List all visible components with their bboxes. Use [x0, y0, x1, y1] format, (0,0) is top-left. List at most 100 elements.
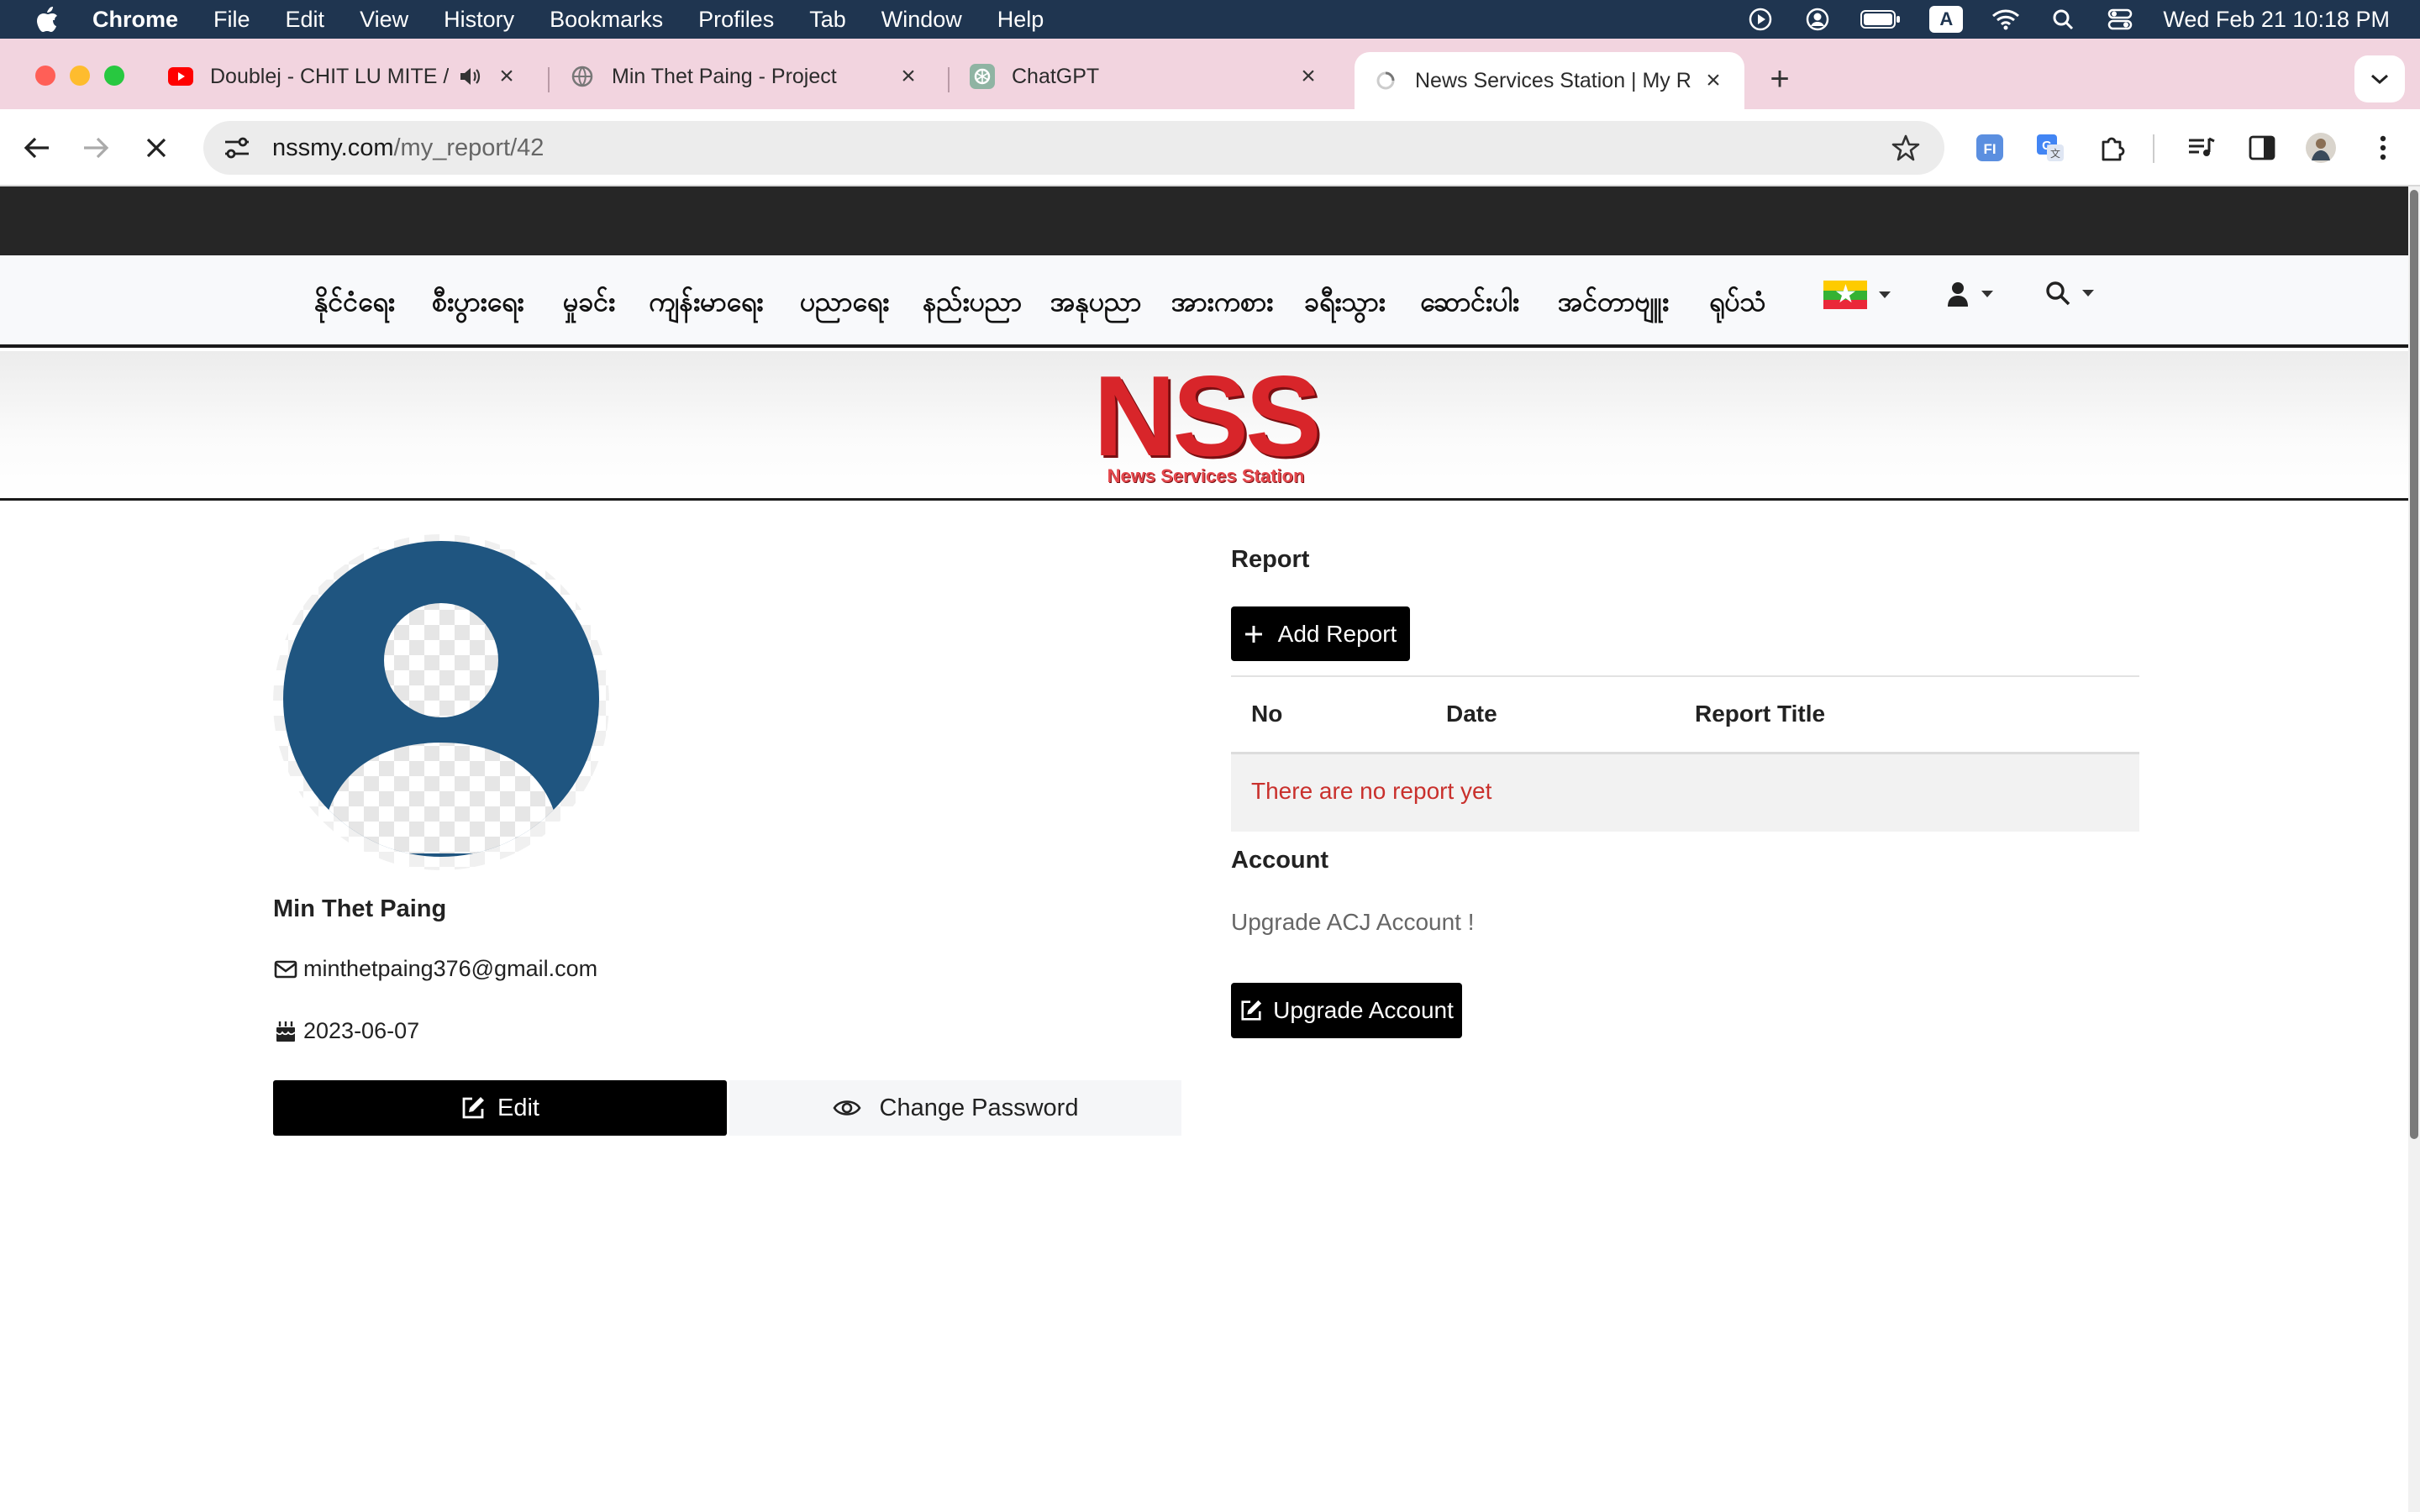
report-heading: Report — [1231, 546, 1310, 573]
edit-icon — [462, 1097, 484, 1119]
plus-icon — [1244, 625, 1262, 643]
change-password-button[interactable]: Change Password — [729, 1080, 1181, 1136]
url-host: nssmy.com — [272, 134, 394, 161]
search-dropdown[interactable] — [2045, 281, 2094, 306]
scrollbar-thumb[interactable] — [2410, 190, 2418, 1139]
media-controls-icon[interactable] — [2183, 129, 2220, 166]
report-table-header: No Date Report Title — [1231, 675, 2139, 754]
profile-birthday: 2023-06-07 — [303, 1018, 420, 1043]
chevron-down-icon — [1879, 291, 1891, 298]
macos-menu-bar: Chrome File Edit View History Bookmarks … — [0, 0, 2420, 39]
nav-category[interactable]: နိုင်ငံရေး — [314, 284, 395, 324]
nav-category[interactable]: စီးပွားရေး — [432, 284, 524, 324]
close-window-button[interactable] — [35, 66, 55, 86]
tab-title: Doublej - CHIT LU MITE // — [210, 64, 449, 88]
page-scrollbar[interactable] — [2408, 186, 2420, 1512]
svg-text:FI: FI — [1983, 141, 1996, 157]
close-tab-icon[interactable]: × — [494, 62, 519, 90]
menu-file[interactable]: File — [213, 7, 250, 33]
upgrade-account-label: Upgrade Account — [1273, 997, 1454, 1023]
birthday-cake-icon — [273, 1019, 298, 1044]
status-area: A Wed Feb 21 10:18 PM — [1746, 0, 2390, 39]
control-center-icon[interactable] — [2106, 5, 2134, 34]
report-table: No Date Report Title There are no report… — [1231, 675, 2139, 832]
url-path: /my_report/42 — [393, 134, 544, 161]
spotlight-search-icon[interactable] — [2049, 5, 2077, 34]
close-tab-icon[interactable]: × — [1701, 66, 1726, 94]
tab-youtube[interactable]: Doublej - CHIT LU MITE // × — [150, 50, 538, 102]
column-header-report-title: Report Title — [1695, 701, 1826, 727]
extensions-puzzle-icon[interactable] — [2094, 129, 2131, 166]
edit-profile-button[interactable]: Edit — [273, 1080, 727, 1136]
fullscreen-window-button[interactable] — [104, 66, 124, 86]
stop-loading-icon[interactable] — [138, 129, 175, 166]
menu-profiles[interactable]: Profiles — [698, 7, 774, 33]
site-settings-icon[interactable] — [220, 131, 254, 165]
nav-category[interactable]: အနုပညာ — [1050, 284, 1141, 324]
back-arrow-icon[interactable] — [18, 129, 55, 166]
nav-category[interactable]: ဆောင်းပါး — [1420, 284, 1519, 324]
nss-logo[interactable]: NSS News Services Station — [1084, 359, 1328, 492]
search-icon — [2046, 281, 2070, 306]
browser-toolbar: nssmy.com/my_report/42 FI G文 — [0, 109, 2420, 186]
close-tab-icon[interactable]: × — [1296, 62, 1321, 90]
tab-title: Min Thet Paing - Project — [612, 64, 837, 88]
tab-project[interactable]: Min Thet Paing - Project × — [551, 50, 939, 102]
speaker-icon[interactable] — [457, 64, 482, 89]
profile-birthday-row: 2023-06-07 — [273, 1018, 419, 1044]
loading-icon — [1373, 68, 1398, 93]
address-bar[interactable]: nssmy.com/my_report/42 — [203, 121, 1944, 175]
menu-view[interactable]: View — [360, 7, 408, 33]
eye-icon — [832, 1100, 861, 1116]
nav-category[interactable]: ကျန်းမာရေး — [649, 284, 763, 324]
bookmark-star-icon[interactable] — [1891, 133, 1921, 163]
user-circle-icon[interactable] — [1803, 5, 1832, 34]
menu-app-name[interactable]: Chrome — [92, 7, 178, 33]
chevron-down-icon — [2082, 290, 2094, 297]
profile-avatar-icon[interactable] — [2302, 129, 2339, 166]
nav-category[interactable]: အင်တာဗျူး — [1558, 284, 1669, 324]
tab-nss-active[interactable]: News Services Station | My R × — [1355, 52, 1744, 109]
profile-email: minthetpaing376@gmail.com — [303, 956, 598, 981]
close-tab-icon[interactable]: × — [896, 62, 921, 90]
chatgpt-icon — [970, 64, 995, 89]
tab-search-icon[interactable] — [2354, 55, 2405, 102]
nav-category[interactable]: နည်းပညာ — [923, 284, 1022, 324]
forward-arrow-icon[interactable] — [77, 129, 114, 166]
user-dropdown[interactable] — [1946, 281, 1993, 307]
menu-tab[interactable]: Tab — [809, 7, 846, 33]
nav-category[interactable]: ရုပ်သံ — [1709, 284, 1766, 324]
globe-icon — [570, 64, 595, 89]
side-panel-icon[interactable] — [2244, 129, 2281, 166]
empty-report-message: There are no report yet — [1251, 778, 1492, 804]
google-translate-icon[interactable]: G文 — [2032, 129, 2069, 166]
minimize-window-button[interactable] — [70, 66, 90, 86]
nav-category[interactable]: ခရီးသွား — [1304, 284, 1386, 324]
menu-bookmarks[interactable]: Bookmarks — [550, 7, 663, 33]
nav-category[interactable]: အားကစား — [1171, 284, 1273, 324]
menu-history[interactable]: History — [444, 7, 514, 33]
language-dropdown[interactable]: ★ — [1823, 281, 1891, 309]
browser-tab-strip: Doublej - CHIT LU MITE // × Min Thet Pai… — [0, 39, 2420, 109]
menu-window[interactable]: Window — [881, 7, 962, 33]
battery-icon[interactable] — [1860, 5, 1901, 34]
nav-category[interactable]: မှုခင်း — [563, 284, 615, 324]
change-password-label: Change Password — [879, 1094, 1079, 1121]
default-avatar-icon — [273, 534, 609, 870]
menubar-clock[interactable]: Wed Feb 21 10:18 PM — [2163, 7, 2390, 33]
menu-help[interactable]: Help — [997, 7, 1044, 33]
tab-chatgpt[interactable]: ChatGPT × — [951, 50, 1339, 102]
wifi-icon[interactable] — [1991, 5, 2020, 34]
keyboard-input-indicator[interactable]: A — [1929, 6, 1964, 33]
more-menu-icon[interactable] — [2365, 129, 2402, 166]
add-report-button[interactable]: Add Report — [1231, 606, 1410, 661]
tab-separator — [948, 67, 950, 92]
new-tab-icon[interactable]: + — [1763, 60, 1797, 97]
menu-edit[interactable]: Edit — [286, 7, 325, 33]
nav-category[interactable]: ပညာရေး — [800, 284, 889, 324]
extension-fi-icon[interactable]: FI — [1971, 129, 2008, 166]
play-circle-icon[interactable] — [1746, 5, 1775, 34]
upgrade-account-button[interactable]: Upgrade Account — [1231, 983, 1462, 1038]
youtube-icon — [168, 64, 193, 89]
apple-icon[interactable] — [30, 3, 64, 36]
